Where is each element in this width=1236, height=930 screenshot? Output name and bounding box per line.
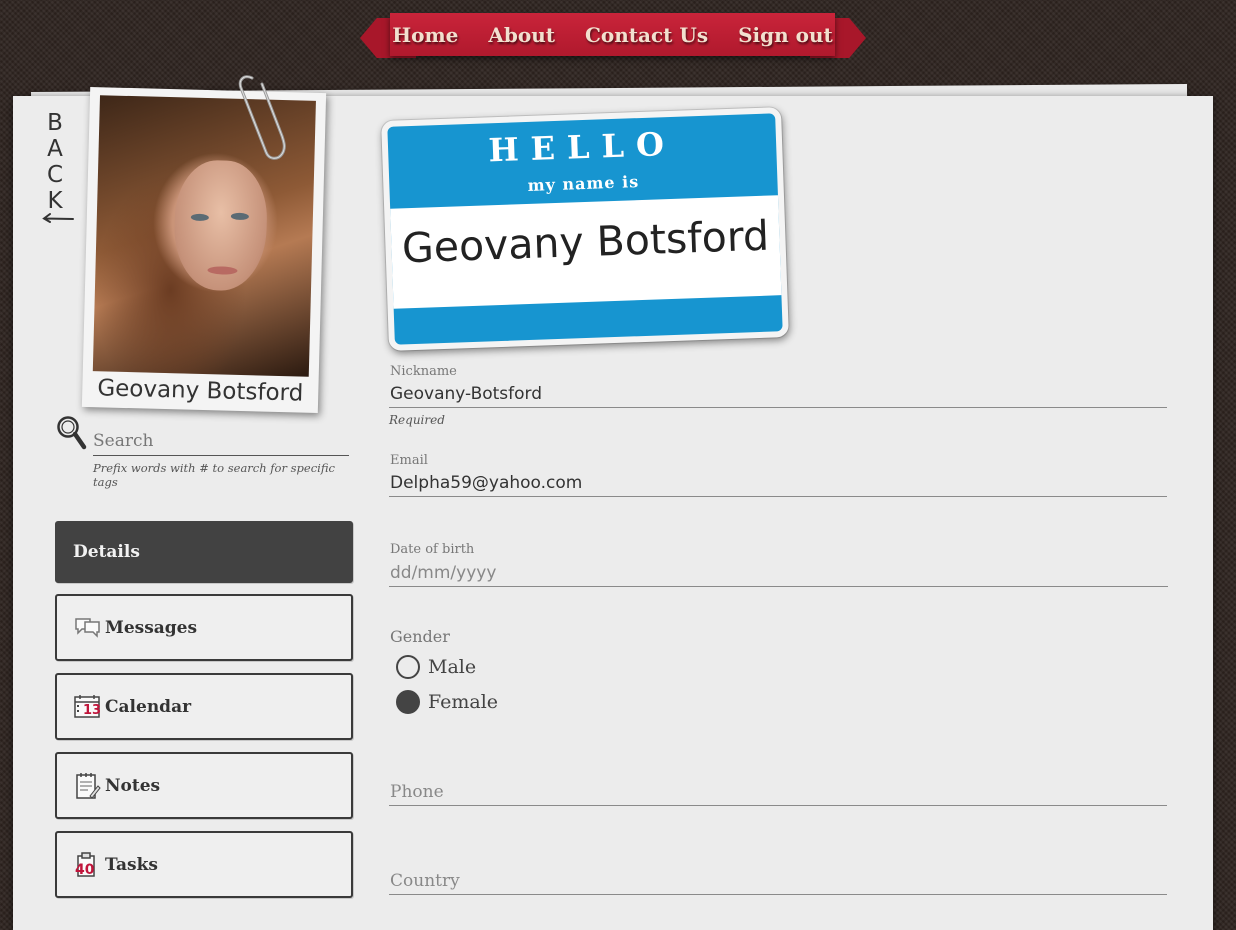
menu-messages-label: Messages	[105, 617, 198, 638]
search-hint: Prefix words with # to search for specif…	[93, 461, 335, 489]
country-field[interactable]	[389, 867, 1167, 895]
email-label: Email	[390, 453, 428, 468]
nav-home-link[interactable]: Home	[392, 23, 458, 47]
menu-tasks[interactable]: 40 Tasks	[55, 831, 353, 898]
name-tag-subtitle: my name is	[527, 172, 640, 195]
menu-calendar[interactable]: 13 Calendar	[55, 673, 353, 740]
calendar-day-number: 13	[83, 702, 102, 718]
gender-label: Gender	[390, 627, 450, 646]
top-nav: Home About Contact Us Sign out	[390, 13, 835, 56]
nickname-field[interactable]	[389, 380, 1167, 408]
name-tag-hello: HELLO	[487, 124, 677, 170]
gender-male-option[interactable]: Male	[396, 655, 476, 679]
tasks-count-number: 40	[75, 861, 95, 878]
phone-field[interactable]	[389, 778, 1167, 806]
dob-field[interactable]	[389, 559, 1168, 587]
search-input[interactable]	[93, 426, 349, 456]
calendar-icon: 13	[73, 693, 101, 721]
magnifier-icon	[57, 416, 87, 450]
nickname-required-note: Required	[389, 413, 445, 427]
menu-notes-label: Notes	[105, 775, 161, 796]
gender-female-label: Female	[428, 691, 499, 713]
gender-male-radio[interactable]	[396, 655, 420, 679]
menu-notes[interactable]: Notes	[55, 752, 353, 819]
arrow-left-icon	[42, 213, 74, 223]
hello-name-tag: HELLO my name is Geovany Botsford	[381, 107, 789, 351]
menu-tasks-label: Tasks	[105, 854, 158, 875]
menu-calendar-label: Calendar	[105, 696, 192, 717]
nav-contact-link[interactable]: Contact Us	[585, 23, 708, 47]
dob-label: Date of birth	[390, 542, 475, 557]
clipboard-icon: 40	[73, 851, 101, 879]
gender-male-label: Male	[428, 656, 477, 678]
back-label: BACK	[46, 110, 64, 214]
nav-signout-link[interactable]: Sign out	[738, 23, 833, 47]
menu-messages[interactable]: Messages	[55, 594, 353, 661]
email-field[interactable]	[389, 469, 1167, 497]
speech-bubbles-icon	[75, 617, 100, 638]
paperclip-icon	[238, 75, 286, 160]
notepad-icon	[76, 772, 101, 799]
gender-female-option[interactable]: Female	[396, 690, 498, 714]
nickname-label: Nickname	[390, 364, 457, 379]
gender-female-radio[interactable]	[396, 690, 420, 714]
menu-details-label: Details	[73, 542, 140, 562]
profile-caption: Geovany Botsford	[97, 375, 304, 407]
back-link[interactable]: BACK	[42, 110, 76, 230]
nav-about-link[interactable]: About	[488, 23, 555, 47]
menu-details[interactable]: Details	[55, 521, 353, 583]
